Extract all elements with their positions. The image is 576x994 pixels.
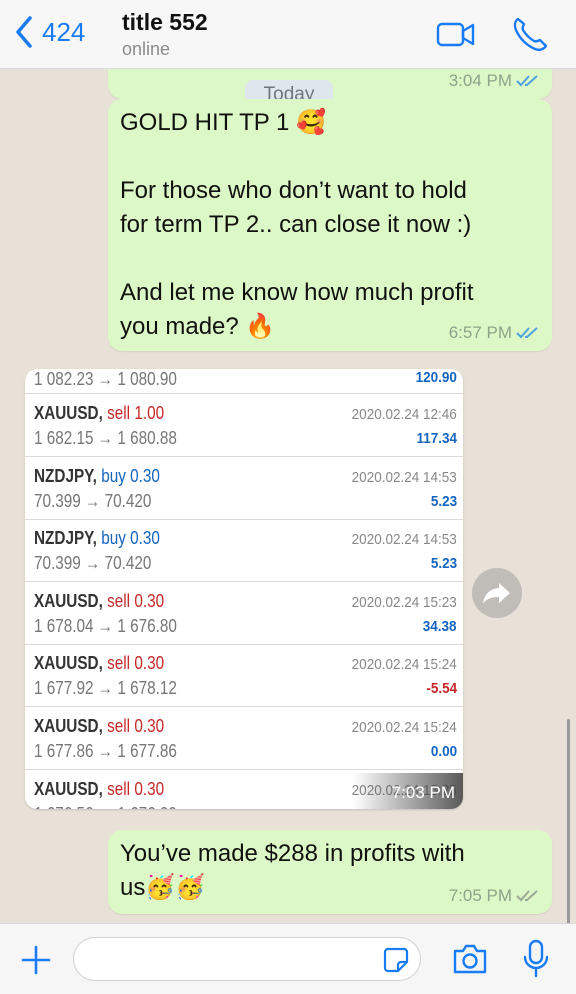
forward-icon xyxy=(483,583,510,604)
message-time: 3:04 PM xyxy=(448,71,512,90)
trade-volume: 0.30 xyxy=(130,465,160,486)
trade-prices: 1 682.15 → 1 680.88 xyxy=(34,428,177,448)
trade-date: 2020.02.24 12:46 xyxy=(351,406,457,423)
table-row: XAUUSD, sell 0.30 1 678.04 → 1 676.80 2020… xyxy=(25,582,463,645)
trade-profit: 117.34 xyxy=(416,430,457,447)
trade-symbol: XAUUSD, xyxy=(34,653,103,674)
phone-icon[interactable] xyxy=(510,14,550,54)
message-meta: 7:05 PM xyxy=(449,886,540,906)
trade-symbol: XAUUSD, xyxy=(34,590,103,611)
message-text: GOLD HIT TP 1 🥰 For those who don’t want… xyxy=(120,109,474,340)
trade-prices: 1 677.92 → 1 678.12 xyxy=(34,678,177,699)
trade-history-image[interactable]: 1 082.23 → 1 080.90 120.90 XAUUSD, sell … xyxy=(25,369,463,809)
microphone-icon[interactable] xyxy=(523,939,549,979)
message-time: 6:57 PM xyxy=(448,323,512,342)
message-time: 7:05 PM xyxy=(448,886,512,905)
chat-area[interactable]: 3:04 PM Today GOLD HIT TP 1 🥰 For those … xyxy=(0,69,576,923)
trade-side: sell xyxy=(107,716,131,736)
trade-profit: -5.54 xyxy=(426,680,457,698)
trade-volume: 0.30 xyxy=(134,778,165,799)
message-meta: 3:04 PM xyxy=(449,71,540,91)
trade-symbol-line: XAUUSD, sell 0.30 xyxy=(34,591,164,612)
trade-side: sell xyxy=(107,653,131,674)
message-input[interactable] xyxy=(73,937,421,981)
contact-status: online xyxy=(122,39,171,59)
trade-symbol-line: XAUUSD, sell 1.00 xyxy=(34,403,164,424)
trade-symbol: XAUUSD, xyxy=(34,403,103,423)
chevron-left-icon xyxy=(16,16,32,48)
trade-side: sell xyxy=(107,403,131,423)
trade-prices: 1 677.86 → 1 677.86 xyxy=(34,741,177,761)
trade-date: 2020.02.24 15:24 xyxy=(351,719,457,736)
trade-symbol-line: NZDJPY, buy 0.30 xyxy=(34,528,160,549)
video-call-icon[interactable] xyxy=(436,14,476,54)
unread-count: 424 xyxy=(42,16,86,47)
trade-profit: 5.23 xyxy=(430,555,457,573)
trade-side: buy xyxy=(101,465,126,486)
table-row: NZDJPY, buy 0.30 70.399 → 70.420 2020.02.2… xyxy=(25,457,463,520)
trade-symbol: XAUUSD, xyxy=(34,778,103,799)
scrollbar[interactable] xyxy=(567,719,570,923)
table-row: XAUUSD, sell 0.30 1 677.86 → 1 677.86 2020… xyxy=(25,707,463,770)
trade-prices: 1 678.04 → 1 676.80 xyxy=(34,615,177,636)
message-meta: 6:57 PM xyxy=(449,323,540,343)
forward-button[interactable] xyxy=(472,568,522,618)
trade-volume: 0.30 xyxy=(130,528,160,549)
sticker-icon[interactable] xyxy=(382,946,410,974)
trade-symbol-line: XAUUSD, sell 0.30 xyxy=(34,779,164,800)
partial-profit: 120.90 xyxy=(415,369,457,386)
trade-side: buy xyxy=(101,528,126,549)
trade-side: sell xyxy=(107,778,131,799)
table-row: 1 082.23 → 1 080.90 120.90 xyxy=(25,369,463,394)
trade-prices: 1 676.56 → 1 676.09 xyxy=(34,804,177,809)
trade-volume: 0.30 xyxy=(134,590,165,611)
table-row: NZDJPY, buy 0.30 70.399 → 70.420 2020.02.2… xyxy=(25,519,463,583)
trade-volume: 0.30 xyxy=(134,653,165,674)
trade-prices: 70.399 → 70.420 xyxy=(34,553,152,574)
trade-date: 2020.02.24 15:23 xyxy=(351,593,457,611)
trade-symbol-line: NZDJPY, buy 0.30 xyxy=(34,466,160,487)
trade-symbol: NZDJPY, xyxy=(34,528,97,549)
plus-icon[interactable] xyxy=(20,944,52,976)
trade-symbol-line: XAUUSD, sell 0.30 xyxy=(34,653,164,674)
image-time: 7:03 PM xyxy=(353,773,463,809)
camera-icon[interactable] xyxy=(451,942,489,976)
trade-profit: 0.00 xyxy=(430,743,457,760)
outgoing-message-bubble[interactable]: GOLD HIT TP 1 🥰 For those who don’t want… xyxy=(108,99,552,351)
trade-symbol: NZDJPY, xyxy=(34,465,97,486)
outgoing-message-bubble[interactable]: You’ve made $288 in profits with us🥳🥳 7:… xyxy=(108,830,552,914)
double-check-icon xyxy=(516,890,538,902)
table-row: XAUUSD, sell 0.30 1 677.92 → 1 678.12 2020… xyxy=(25,644,463,708)
trade-date: 2020.02.24 14:53 xyxy=(351,531,457,549)
trade-profit: 34.38 xyxy=(423,617,457,635)
partial-prices: 1 082.23 → 1 080.90 xyxy=(34,369,177,389)
chat-header: 424 title 552 online xyxy=(0,0,576,69)
contact-name[interactable]: title 552 xyxy=(122,9,208,36)
trade-volume: 0.30 xyxy=(134,716,165,736)
trade-prices: 70.399 → 70.420 xyxy=(34,490,152,511)
trade-date: 2020.02.24 15:24 xyxy=(351,656,457,674)
trade-symbol: XAUUSD, xyxy=(34,716,103,736)
trade-symbol-line: XAUUSD, sell 0.30 xyxy=(34,716,164,737)
double-check-icon xyxy=(516,75,538,87)
trade-volume: 1.00 xyxy=(134,403,165,423)
table-row: XAUUSD, sell 1.00 1 682.15 → 1 680.88 2020… xyxy=(25,394,463,457)
double-check-icon xyxy=(516,327,538,339)
message-composer xyxy=(0,923,576,994)
back-button[interactable]: 424 xyxy=(12,14,85,50)
trade-profit: 5.23 xyxy=(430,492,457,510)
trade-date: 2020.02.24 14:53 xyxy=(351,468,457,486)
trade-side: sell xyxy=(107,590,131,611)
